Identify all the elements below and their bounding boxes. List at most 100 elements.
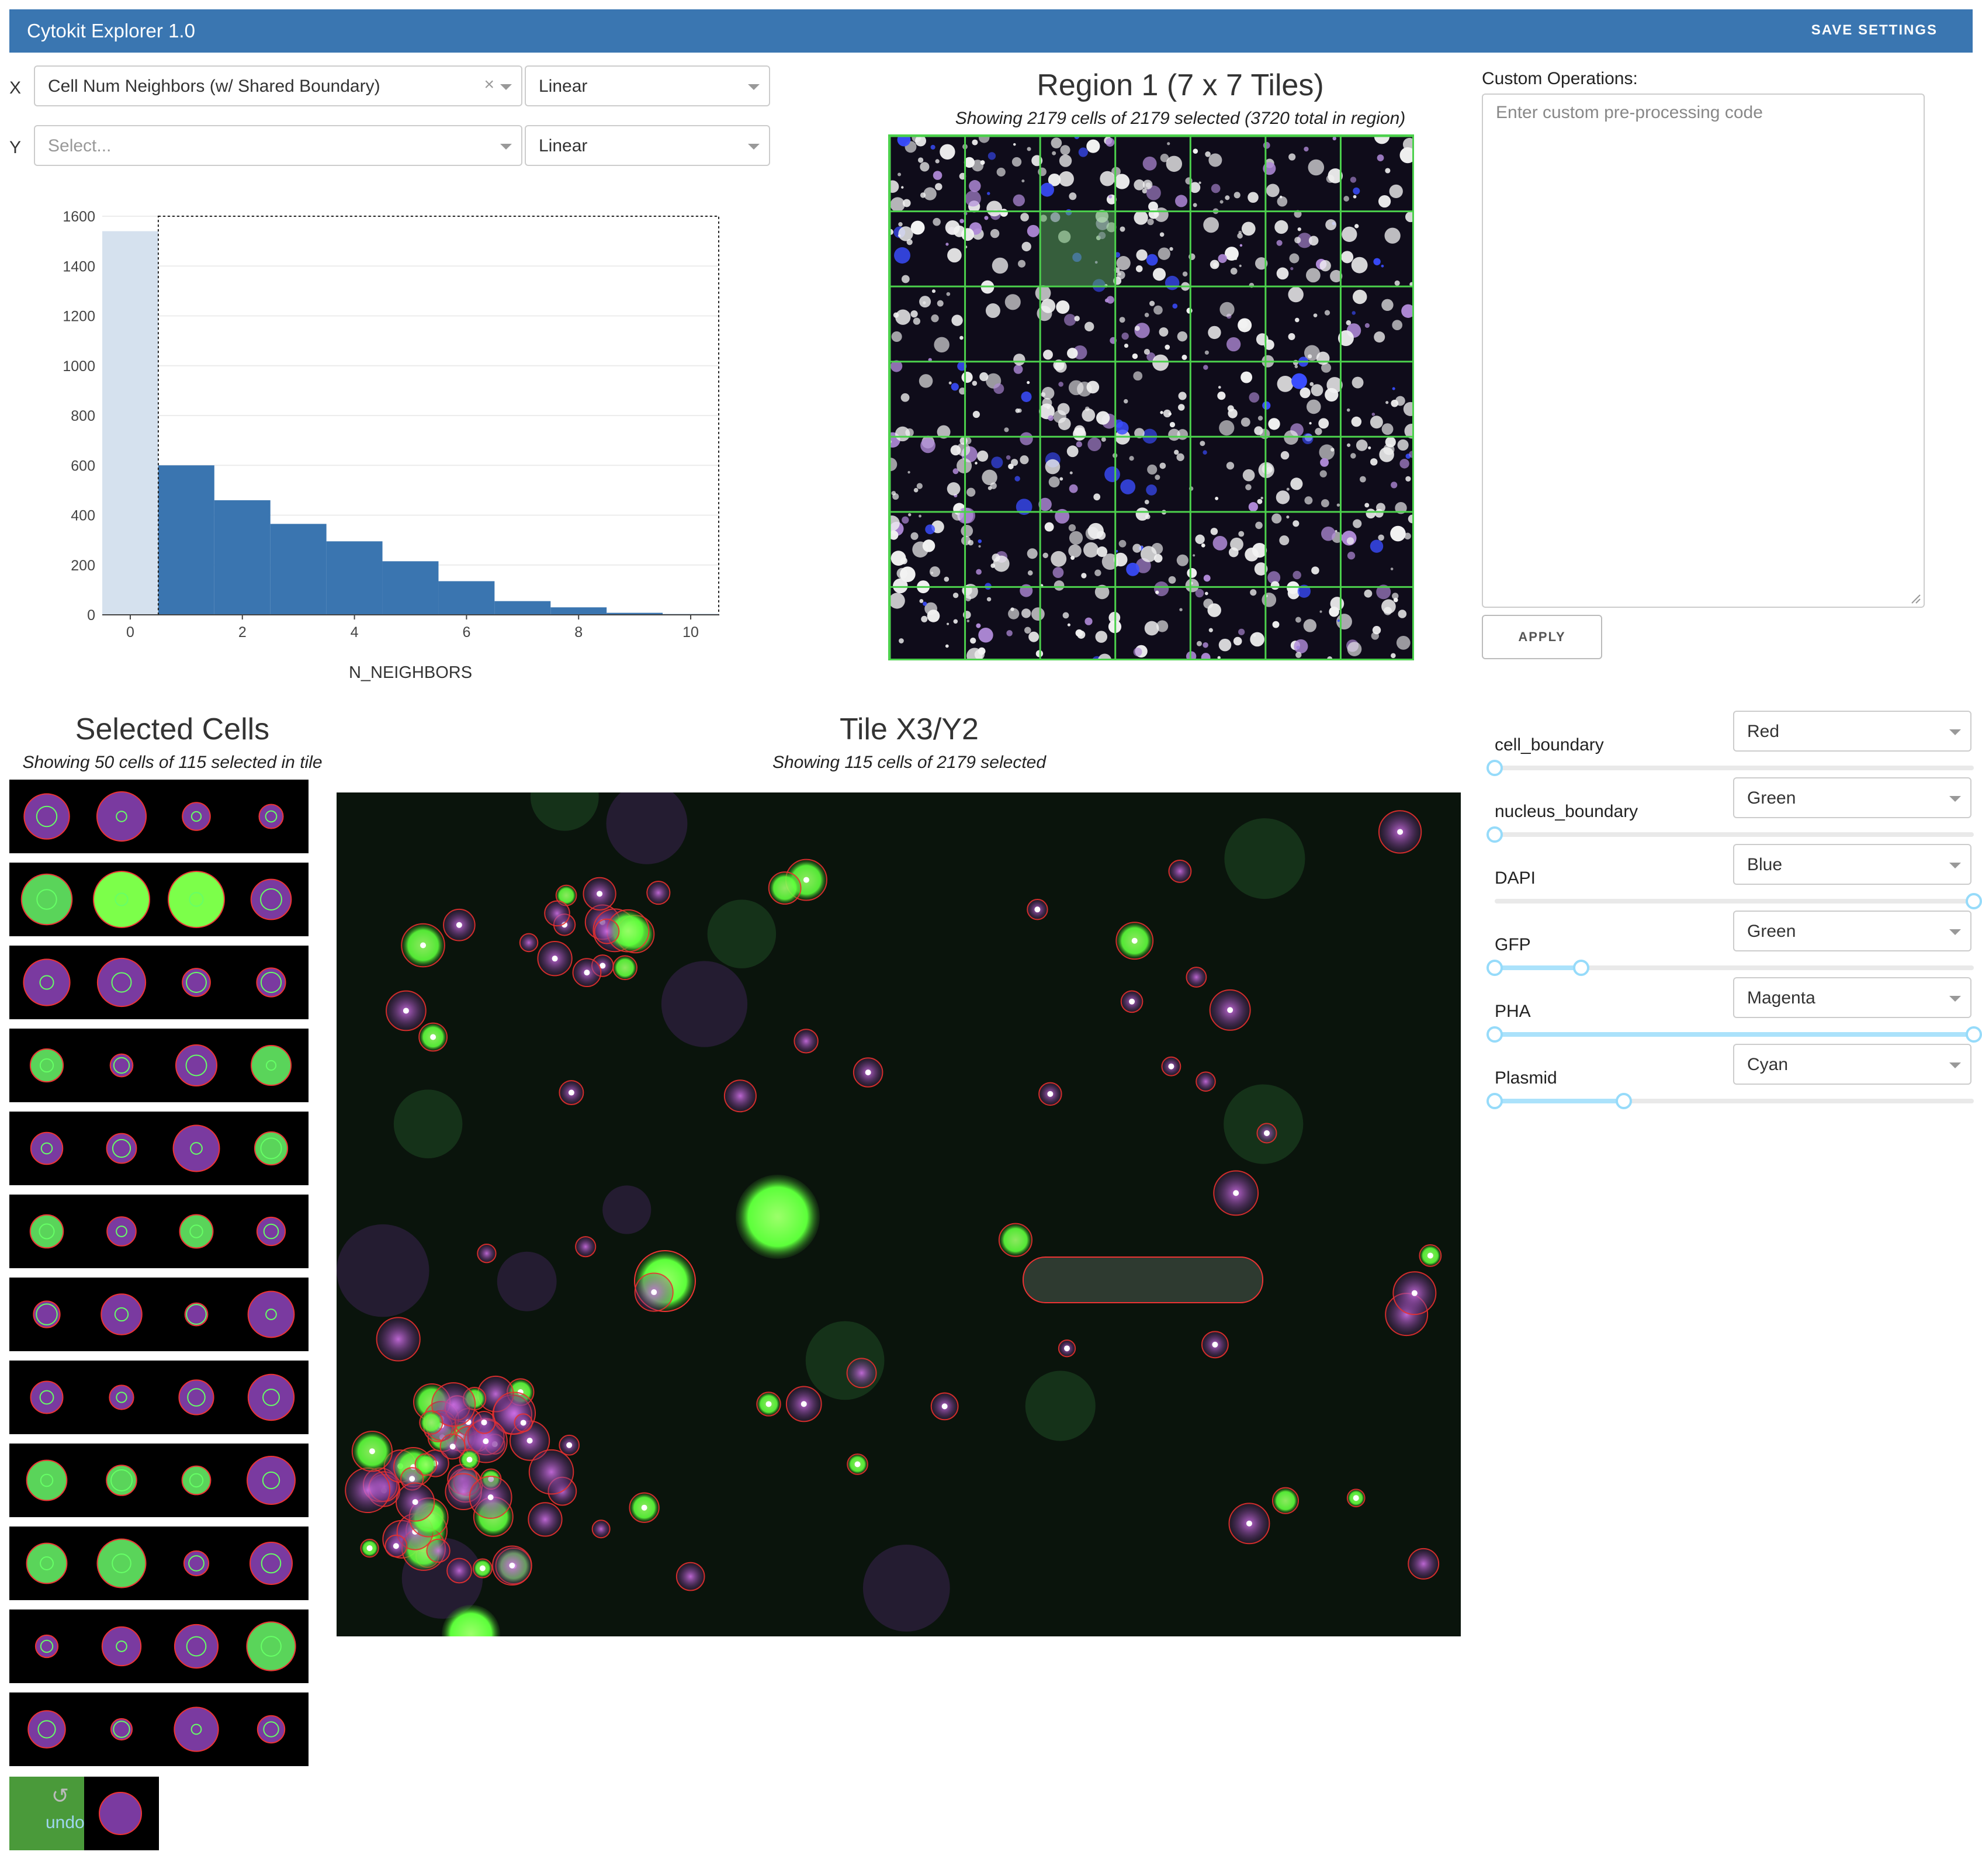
cell-thumbnail[interactable] [250, 878, 292, 920]
cell-thumbnails[interactable] [9, 1195, 309, 1268]
channel-color-select[interactable]: Green [1733, 777, 1971, 818]
tile-image-svg[interactable] [337, 792, 1461, 1636]
cell-thumbnail[interactable] [110, 1718, 133, 1741]
cell-thumbnail[interactable] [172, 1124, 220, 1172]
resize-handle-icon[interactable] [1910, 593, 1921, 604]
cell-thumbnail-row[interactable] [9, 863, 309, 936]
cell-thumbnail[interactable] [34, 1634, 59, 1659]
cell-segment[interactable] [1271, 1487, 1300, 1514]
cell-thumbnail-row[interactable] [9, 1029, 309, 1102]
cell-segment[interactable] [594, 918, 620, 944]
cell-segment[interactable] [768, 871, 802, 905]
elongated-cell[interactable] [1023, 1257, 1263, 1303]
cell-thumbnail-row[interactable] [9, 1527, 309, 1600]
cell-thumbnails[interactable] [9, 1278, 309, 1351]
cell-thumbnails[interactable] [9, 1527, 309, 1600]
cell-thumbnail[interactable] [23, 958, 71, 1006]
cell-thumbnail[interactable] [106, 1216, 137, 1247]
cell-segment[interactable] [1186, 967, 1207, 988]
histogram-bar[interactable] [326, 541, 383, 615]
cell-thumbnail[interactable] [178, 1379, 214, 1415]
slider-handle[interactable] [1486, 760, 1503, 776]
histogram-bar[interactable] [102, 231, 158, 615]
cell-thumbnail[interactable] [249, 1541, 293, 1586]
cell-thumbnail-row[interactable] [9, 1195, 309, 1268]
slider-handle[interactable] [1572, 960, 1589, 976]
cell-thumbnail[interactable] [30, 1131, 64, 1165]
cell-segment[interactable] [419, 1410, 443, 1435]
region-tile-grid[interactable] [888, 134, 1414, 660]
slider-handle[interactable] [1966, 893, 1982, 909]
cell-thumbnail[interactable] [168, 871, 225, 928]
cell-segment[interactable] [575, 1236, 597, 1258]
cell-thumbnails[interactable] [9, 1029, 309, 1102]
cell-segment[interactable] [723, 1079, 757, 1113]
tile-image[interactable] [337, 792, 1461, 1636]
undo-label[interactable]: undo [46, 1813, 85, 1833]
cell-segment[interactable] [1196, 1071, 1216, 1092]
cell-segment[interactable] [1408, 1548, 1440, 1580]
channel-color-select[interactable]: Green [1733, 911, 1971, 951]
cell-thumbnail-row[interactable] [9, 1692, 309, 1766]
cell-thumbnail[interactable] [30, 1380, 64, 1414]
y-feature-select[interactable]: Select... [34, 125, 522, 166]
cell-segment[interactable] [528, 1502, 563, 1537]
cell-thumbnail[interactable] [20, 873, 73, 926]
cell-segment[interactable] [646, 881, 671, 905]
cell-thumbnail[interactable] [247, 1290, 295, 1338]
selected-tile-highlight[interactable] [1040, 211, 1115, 287]
histogram-bar[interactable] [494, 601, 551, 615]
cell-segment[interactable] [1168, 859, 1192, 883]
cell-thumbnails[interactable] [9, 1444, 309, 1517]
histogram-bar[interactable] [270, 524, 327, 615]
cell-thumbnail-row[interactable] [9, 1444, 309, 1517]
cell-thumbnails[interactable] [9, 1361, 309, 1434]
channel-range-slider[interactable] [1486, 960, 1974, 976]
histogram-bar[interactable] [214, 500, 271, 615]
cell-thumbnail[interactable] [26, 1542, 68, 1584]
save-settings-button[interactable]: SAVE SETTINGS [1811, 22, 1938, 39]
cell-segment[interactable] [794, 1029, 819, 1054]
cell-thumbnail[interactable] [256, 1216, 286, 1247]
cell-thumbnail[interactable] [101, 1293, 143, 1335]
channel-color-select[interactable]: Red [1733, 711, 1971, 752]
cell-thumbnail[interactable] [254, 1131, 289, 1166]
cell-thumbnail[interactable] [96, 957, 147, 1008]
cell-thumbnails[interactable] [9, 1692, 309, 1766]
histogram-chart[interactable]: 0 200 400 600 800 1000 1200 1400 1600 0 2 4 6 8 10 N_NE… [35, 199, 736, 690]
cell-thumbnail[interactable] [29, 1214, 64, 1249]
slider-handle[interactable] [1486, 960, 1503, 976]
cell-thumbnail[interactable] [258, 804, 284, 829]
cell-thumbnail[interactable] [99, 1792, 142, 1835]
cell-thumbnail[interactable] [93, 871, 150, 928]
undo-icon[interactable]: ↺ [51, 1784, 69, 1808]
cell-thumbnail[interactable] [182, 802, 211, 831]
channel-range-slider[interactable] [1486, 826, 1974, 843]
cell-segment[interactable] [528, 1449, 574, 1495]
cell-thumbnail-row[interactable] [9, 946, 309, 1019]
cell-thumbnails[interactable] [9, 863, 309, 936]
cell-thumbnail-row[interactable] [9, 780, 309, 853]
cell-thumbnail[interactable] [183, 1550, 210, 1577]
cell-thumbnail-row[interactable] [9, 1112, 309, 1185]
slider-handle[interactable] [1486, 826, 1503, 843]
cell-thumbnail[interactable] [109, 1384, 134, 1410]
cell-thumbnail-row[interactable] [9, 1278, 309, 1351]
channel-color-select[interactable]: Blue [1733, 844, 1971, 885]
x-scale-select[interactable]: Linear [525, 65, 770, 106]
cell-thumbnail[interactable] [23, 793, 70, 840]
cell-thumbnail[interactable] [175, 1044, 218, 1087]
cell-thumbnail[interactable] [250, 1044, 292, 1086]
cell-thumbnail[interactable] [247, 1373, 295, 1421]
cell-thumbnail[interactable] [26, 1459, 68, 1501]
cell-segment[interactable] [446, 1557, 472, 1584]
cell-thumbnail-row[interactable] [9, 1610, 309, 1683]
cell-segment[interactable] [998, 1223, 1032, 1257]
apply-button[interactable]: APPLY [1482, 615, 1602, 659]
cell-thumbnail[interactable] [246, 1621, 296, 1671]
cell-thumbnail[interactable] [257, 1715, 286, 1744]
cell-thumbnail[interactable] [174, 1707, 219, 1752]
cell-segment[interactable] [675, 1562, 705, 1591]
channel-range-slider[interactable] [1486, 760, 1974, 776]
cell-segment[interactable] [612, 955, 637, 981]
